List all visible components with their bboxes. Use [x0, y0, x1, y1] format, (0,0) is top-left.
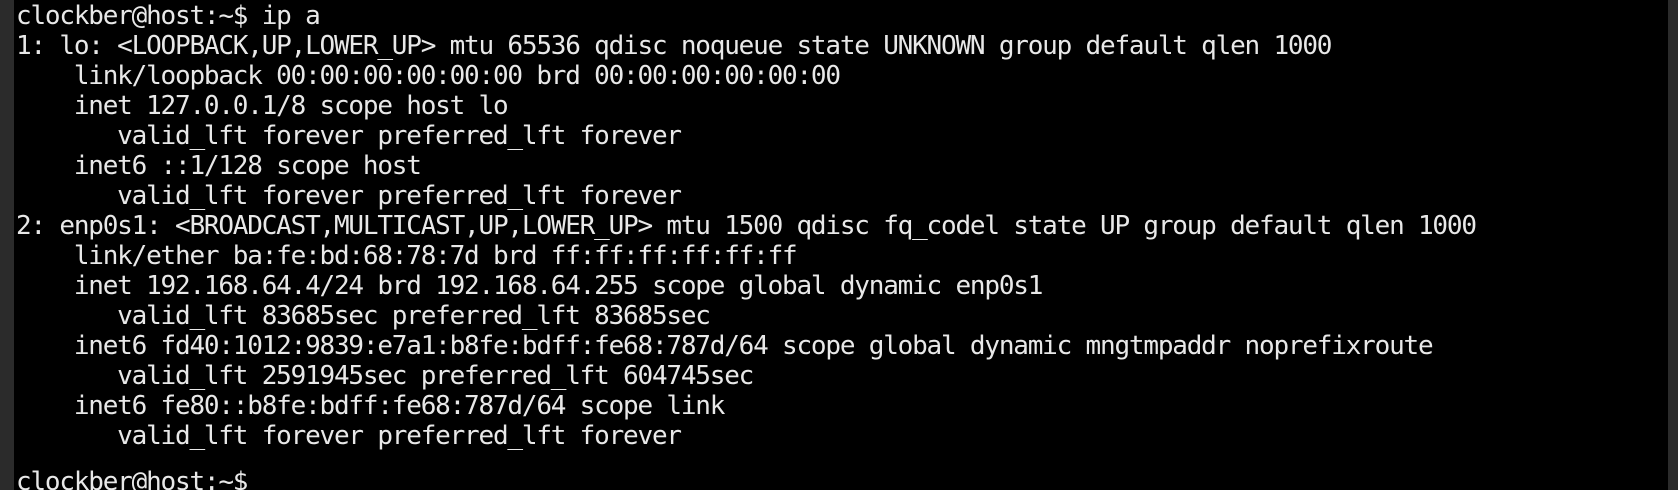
- terminal-window[interactable]: clockber@host:~$ ip a 1: lo: <LOOPBACK,U…: [14, 0, 1678, 490]
- output-line: valid_lft 83685sec preferred_lft 83685se…: [16, 301, 711, 331]
- output-line: link/ether ba:fe:bd:68:78:7d brd ff:ff:f…: [16, 241, 798, 271]
- output-line: valid_lft forever preferred_lft forever: [16, 181, 682, 211]
- output-line: inet6 fe80::b8fe:bdff:fe68:787d/64 scope…: [16, 391, 726, 421]
- prompt-line: clockber@host:~$: [16, 467, 248, 490]
- output-line: 1: lo: <LOOPBACK,UP,LOWER_UP> mtu 65536 …: [16, 31, 1332, 61]
- output-line: inet 192.168.64.4/24 brd 192.168.64.255 …: [16, 271, 1044, 301]
- prompt-line: clockber@host:~$ ip a: [16, 1, 321, 31]
- output-line: link/loopback 00:00:00:00:00:00 brd 00:0…: [16, 61, 841, 91]
- output-line: valid_lft 2591945sec preferred_lft 60474…: [16, 361, 754, 391]
- output-line: inet 127.0.0.1/8 scope host lo: [16, 91, 509, 121]
- output-line: valid_lft forever preferred_lft forever: [16, 421, 682, 451]
- window-edge: [1668, 0, 1678, 490]
- output-line: 2: enp0s1: <BROADCAST,MULTICAST,UP,LOWER…: [16, 211, 1477, 241]
- output-line: inet6 ::1/128 scope host: [16, 151, 422, 181]
- output-line: valid_lft forever preferred_lft forever: [16, 121, 682, 151]
- output-line: inet6 fd40:1012:9839:e7a1:b8fe:bdff:fe68…: [16, 331, 1434, 361]
